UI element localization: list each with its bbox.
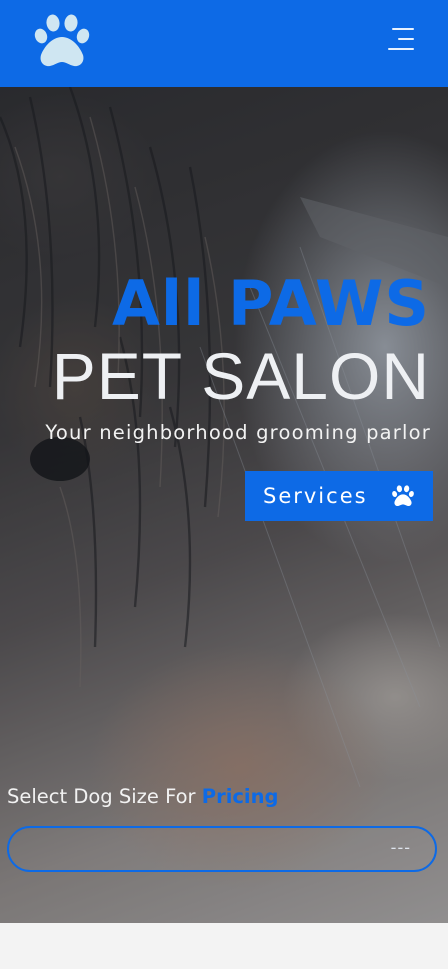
- dog-size-select[interactable]: ---: [7, 826, 437, 872]
- pricing-label-prefix: Select Dog Size For: [7, 785, 196, 808]
- page-bottom-band: [0, 923, 448, 969]
- hero-tagline: Your neighborhood grooming parlor: [45, 421, 431, 444]
- hero-banner: All PAWS PET SALON Your neighborhood gro…: [0, 87, 448, 923]
- hero-title: All PAWS: [111, 267, 430, 340]
- hero-subtitle: PET SALON: [51, 339, 430, 413]
- services-button-label: Services: [263, 484, 368, 508]
- pricing-select-label: Select Dog Size For Pricing: [7, 785, 278, 808]
- menu-bar: [388, 48, 414, 50]
- services-button[interactable]: Services: [245, 471, 433, 521]
- paw-icon: [392, 485, 414, 507]
- site-header: [0, 0, 448, 87]
- menu-bar: [392, 28, 414, 30]
- menu-bar: [398, 38, 414, 40]
- hamburger-menu-button[interactable]: [384, 24, 418, 54]
- pricing-label-accent: Pricing: [201, 785, 279, 808]
- paw-icon[interactable]: [32, 14, 92, 68]
- dog-size-select-value: ---: [390, 838, 411, 857]
